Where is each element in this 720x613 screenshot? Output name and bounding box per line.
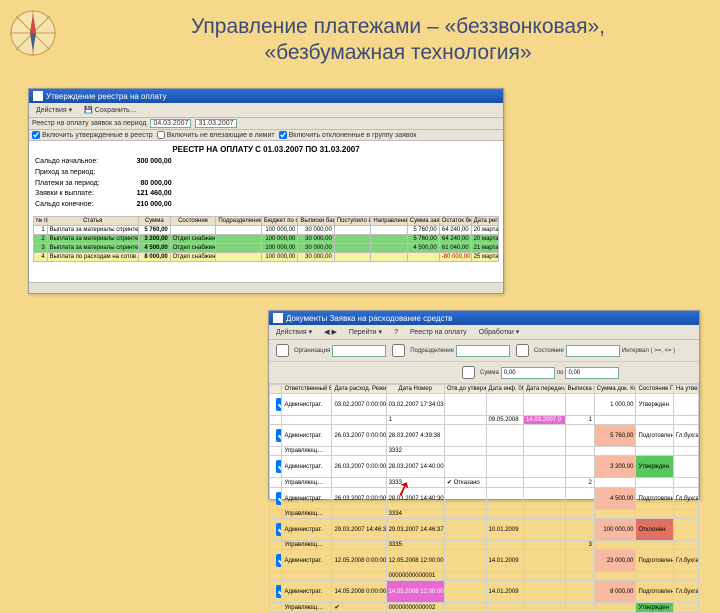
nav-buttons[interactable]: ◀ ▶ bbox=[320, 326, 341, 338]
registry-grid[interactable]: № ппСтатьяСуммаСостояниеПодразделение ос… bbox=[33, 216, 499, 262]
requests-grid[interactable]: Ответственный База данныхДата расход. Ре… bbox=[269, 384, 699, 613]
report-title: РЕЕСТР НА ОПЛАТУ С 01.03.2007 ПО 31.03.2… bbox=[33, 145, 499, 154]
col-header[interactable]: Состояние bbox=[170, 216, 216, 225]
summary-val: 80 000,00 bbox=[108, 180, 178, 189]
actions-menu[interactable]: Действия ▾ bbox=[32, 104, 76, 116]
table-row[interactable]: 109.05.200814.03.2007 01 bbox=[270, 416, 699, 425]
col-header[interactable]: Дата инф. 069 bbox=[486, 385, 523, 394]
date-to[interactable]: 31.03.2007 bbox=[195, 119, 236, 128]
col-header[interactable]: Дата передач. Дата оплаты bbox=[524, 385, 566, 394]
col-header[interactable]: Состояние Передано в bbox=[636, 385, 673, 394]
row-chk[interactable] bbox=[276, 523, 282, 536]
hscrollbar[interactable] bbox=[29, 282, 503, 293]
goto-menu[interactable]: Перейти ▾ bbox=[345, 326, 386, 338]
table-row[interactable]: Управляющ…3333✔ Отказано2 bbox=[270, 478, 699, 488]
chk-sum[interactable] bbox=[462, 366, 475, 379]
table-row[interactable]: Администрат.03.02.2007 0:00:0003.02.2007… bbox=[270, 394, 699, 416]
row-chk[interactable] bbox=[276, 460, 282, 473]
app-icon bbox=[33, 91, 43, 101]
sum-to-field[interactable]: 0,00 bbox=[565, 367, 619, 379]
app-icon bbox=[273, 313, 283, 323]
table-row[interactable]: Администрат.26.03.2007 0:00:0028.03.2007… bbox=[270, 425, 699, 447]
reestr-button[interactable]: Реестр на оплату bbox=[406, 327, 471, 338]
col-header[interactable]: Отв.до утвержд. Отказано бан. bbox=[444, 385, 486, 394]
table-row[interactable]: 00000000000001 bbox=[270, 572, 699, 581]
summary-key: Приход за период: bbox=[35, 169, 106, 178]
row-chk[interactable] bbox=[276, 492, 282, 505]
col-header[interactable]: На утверждении bbox=[673, 385, 698, 394]
window-caption: Документы Заявка на расходование средств bbox=[286, 314, 452, 323]
row-chk[interactable] bbox=[276, 398, 282, 411]
window-caption: Утверждение реестра на оплату bbox=[46, 92, 167, 101]
titlebar: Утверждение реестра на оплату bbox=[29, 89, 503, 103]
row-chk[interactable] bbox=[276, 554, 282, 567]
row-chk[interactable] bbox=[276, 585, 282, 598]
table-row[interactable]: 2Выплата за материалы спринтер(о)3 200,0… bbox=[34, 235, 499, 244]
table-row[interactable]: Управляющ…3332 bbox=[270, 447, 699, 456]
summary-key: Сальдо конечное: bbox=[35, 201, 106, 210]
titlebar: Документы Заявка на расходование средств bbox=[269, 311, 699, 325]
summary-block: Сальдо начальное:300 000,00Приход за пер… bbox=[33, 156, 180, 212]
table-row[interactable]: 4Выплата по расходам на сотов. связь и д… bbox=[34, 253, 499, 262]
save-button[interactable]: 💾 Сохранить… bbox=[80, 104, 140, 116]
table-row[interactable]: Администрат.14.05.2008 0:00:0014.05.2008… bbox=[270, 581, 699, 603]
org-field[interactable] bbox=[332, 345, 386, 357]
summary-key: Сальдо начальное: bbox=[35, 158, 106, 167]
period-label: Реестр на оплату заявок за период bbox=[32, 120, 146, 127]
summary-val: 210 000,00 bbox=[108, 201, 178, 210]
chk-overlimit[interactable]: Включить не влезающие в лимит bbox=[157, 131, 275, 139]
chk-rejected[interactable]: Включить отклоненные в группу заявок bbox=[279, 131, 417, 139]
col-header[interactable]: Выписка б. Номер п/п. bbox=[565, 385, 594, 394]
state-field[interactable] bbox=[566, 345, 620, 357]
col-header[interactable] bbox=[270, 385, 282, 394]
proc-menu[interactable]: Обработки ▾ bbox=[475, 326, 524, 338]
panel-requests: Документы Заявка на расходование средств… bbox=[268, 310, 700, 500]
table-row[interactable]: Управляющ…33353 bbox=[270, 541, 699, 550]
table-row[interactable]: Администрат.29.03.2007 14:46:3729.03.200… bbox=[270, 519, 699, 541]
table-row[interactable]: Администрат.12.05.2008 0:00:0012.05.2008… bbox=[270, 550, 699, 572]
col-header[interactable]: Дата регистрации bbox=[471, 216, 498, 225]
summary-val: 300 000,00 bbox=[108, 158, 178, 167]
actions-menu[interactable]: Действия ▾ bbox=[272, 326, 316, 338]
chk-org[interactable] bbox=[276, 344, 289, 357]
table-row[interactable]: 3Выплата за материалы спринтер(о)4 500,0… bbox=[34, 244, 499, 253]
dep-field[interactable] bbox=[456, 345, 510, 357]
col-header[interactable]: Остаток бюджета с учетом заявок bbox=[439, 216, 471, 225]
summary-val: 121 460,00 bbox=[108, 190, 178, 199]
col-header[interactable]: Сумма bbox=[138, 216, 170, 225]
col-header[interactable]: Выписки банка: отгружено bbox=[298, 216, 334, 225]
chk-state[interactable] bbox=[516, 344, 529, 357]
col-header[interactable]: Статья bbox=[47, 216, 138, 225]
row-chk[interactable] bbox=[276, 429, 282, 442]
chk-dep[interactable] bbox=[392, 344, 405, 357]
panel-registry: Утверждение реестра на оплату Действия ▾… bbox=[28, 88, 504, 294]
table-row[interactable]: Управляющ…3334 bbox=[270, 510, 699, 519]
summary-key: Заявки к выплате: bbox=[35, 190, 106, 199]
col-header[interactable]: Поступило в банк: из проекта перечислени… bbox=[334, 216, 370, 225]
col-header[interactable]: Сумма заявок по данной статье bbox=[407, 216, 439, 225]
col-header[interactable]: № пп bbox=[34, 216, 48, 225]
summary-val bbox=[108, 169, 178, 178]
col-header[interactable]: Подразделение остатки по центр. ответ. д… bbox=[216, 216, 262, 225]
col-header[interactable]: Сумма док. Комментарий bbox=[594, 385, 636, 394]
col-header[interactable]: Направленные на оплату в банк bbox=[371, 216, 407, 225]
table-row[interactable]: Администрат.26.03.2007 0:00:0028.03.2007… bbox=[270, 456, 699, 478]
col-header[interactable]: Бюджет по статье на месяц bbox=[261, 216, 297, 225]
sum-field[interactable]: 0,00 bbox=[501, 367, 555, 379]
date-from[interactable]: 04.03.2007 bbox=[150, 119, 191, 128]
help-button[interactable]: ? bbox=[390, 327, 402, 338]
table-row[interactable]: Администрат.26.03.2007 0:00:0028.03.2007… bbox=[270, 488, 699, 510]
compass-logo bbox=[8, 8, 58, 58]
col-header[interactable]: Ответственный База данных bbox=[282, 385, 332, 394]
slide-title: Управление платежами – «беззвонковая»,«б… bbox=[96, 14, 700, 67]
col-header[interactable]: Дата расход. Режим банк/касса bbox=[332, 385, 386, 394]
table-row[interactable]: Управляющ…✔00000000000002Утвержден bbox=[270, 603, 699, 613]
table-row[interactable]: 1Выплата за материалы спринтер(о)5 760,0… bbox=[34, 226, 499, 235]
col-header[interactable]: Дата Номер bbox=[386, 385, 444, 394]
summary-key: Платежи за период: bbox=[35, 180, 106, 189]
chk-approved[interactable]: Включить утвержденные в реестр bbox=[32, 131, 153, 139]
